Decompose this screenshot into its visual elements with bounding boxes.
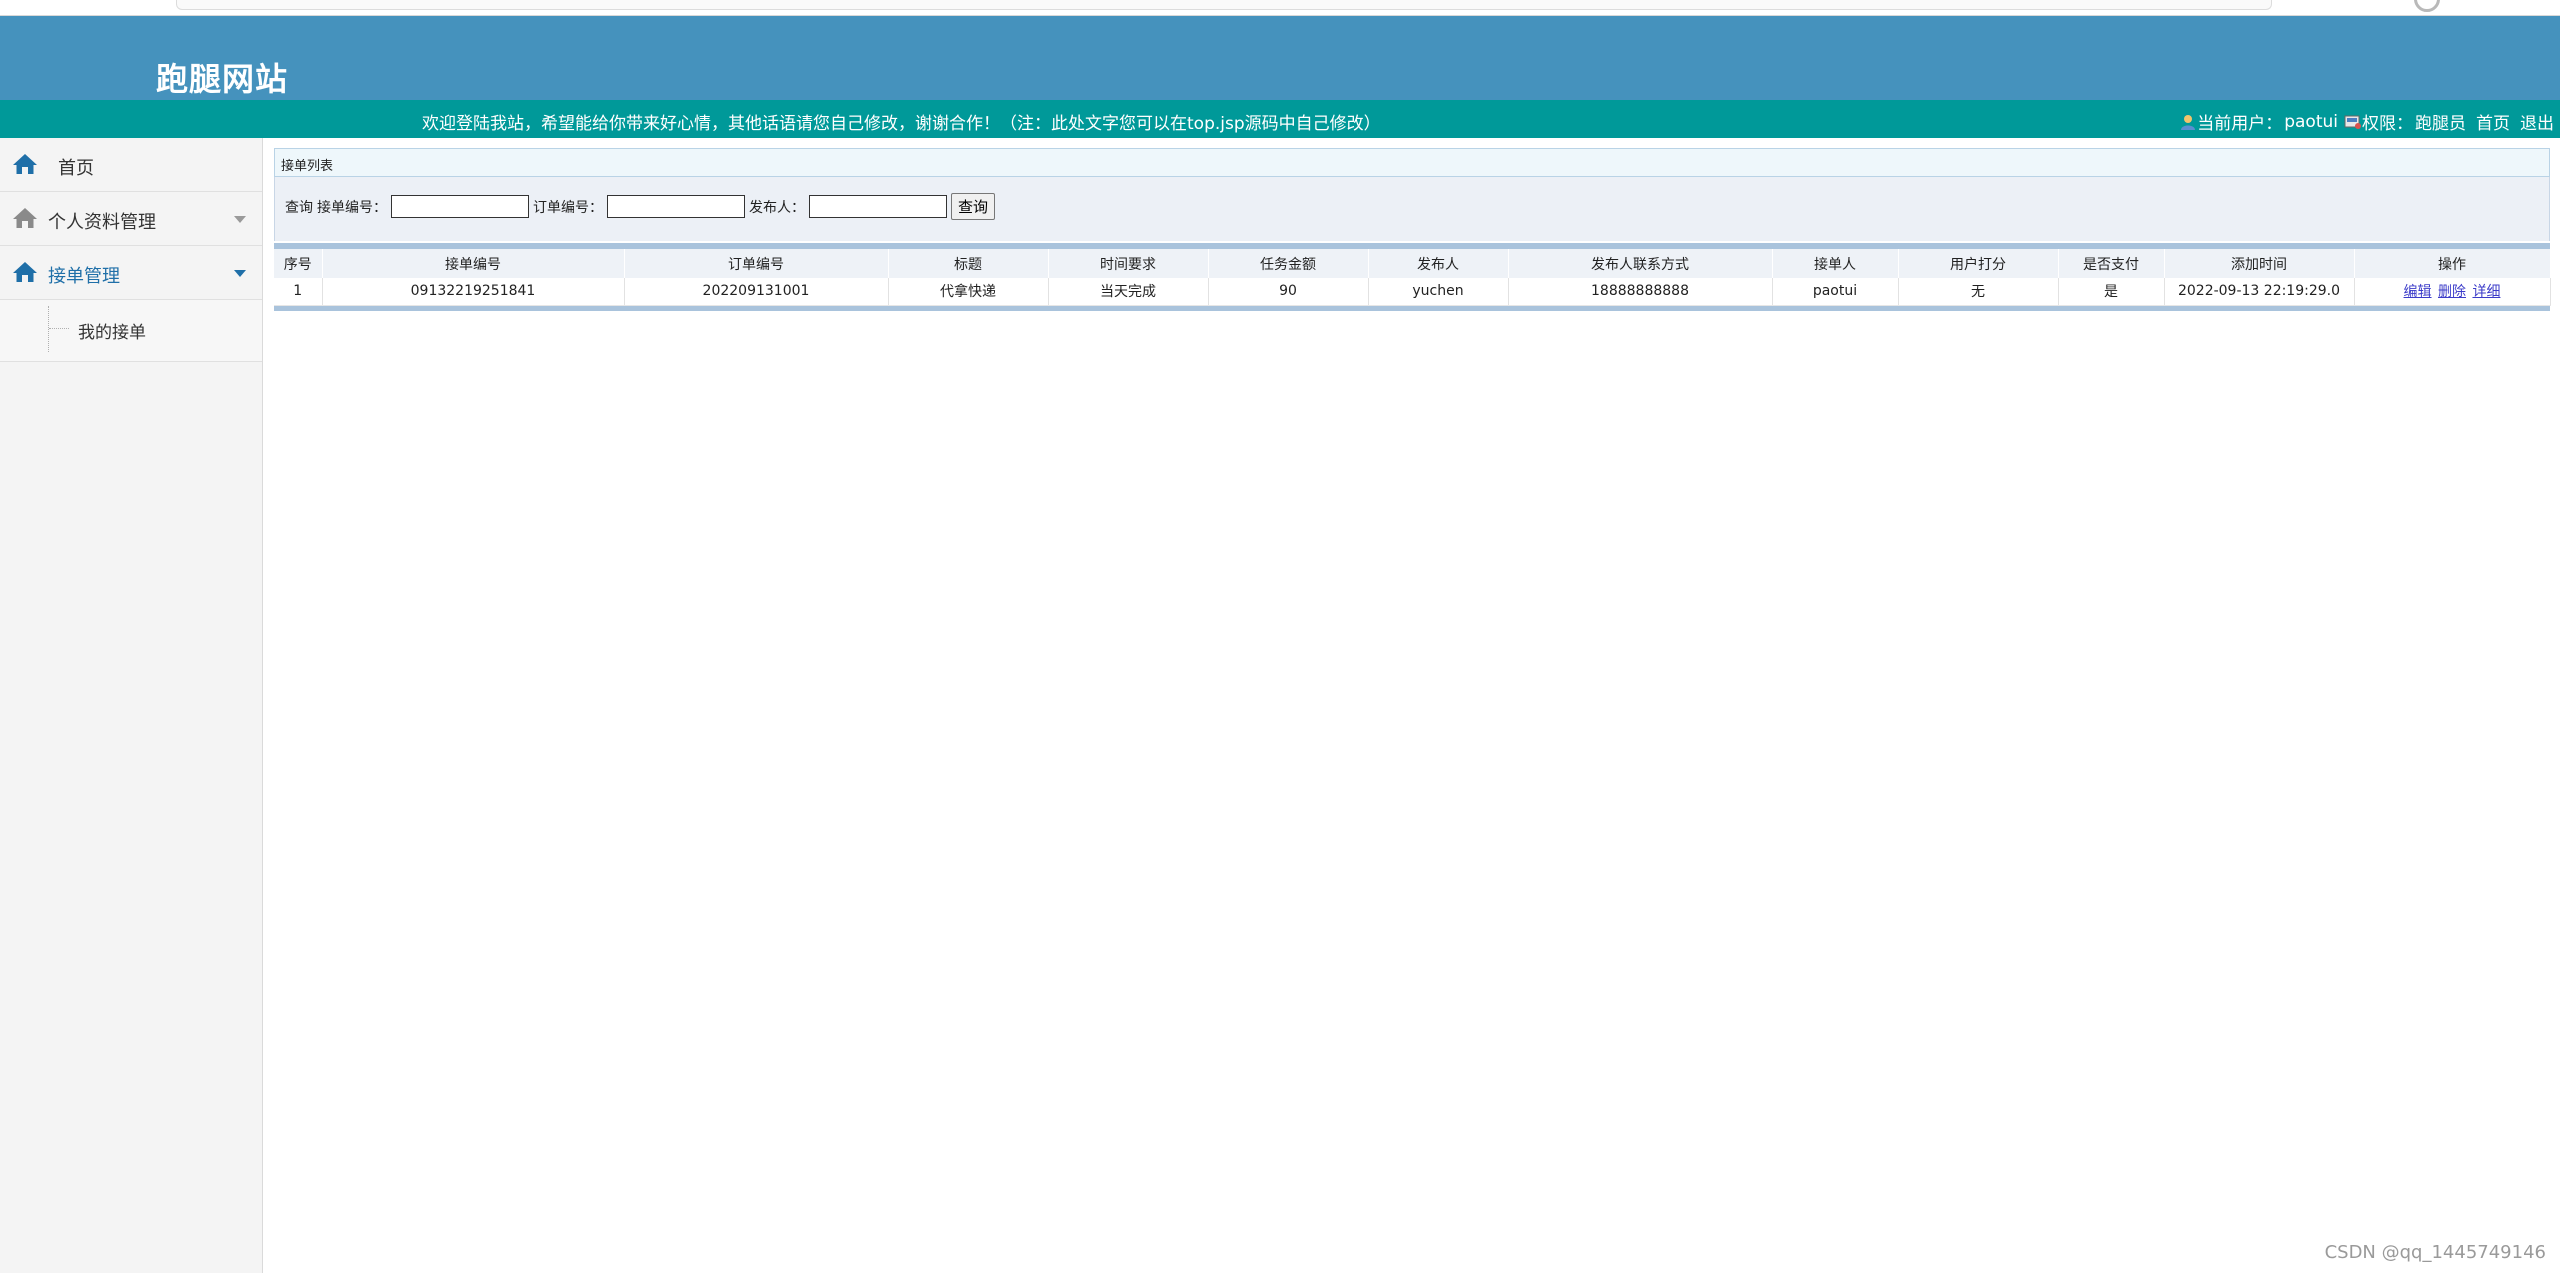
column-header: 发布人	[1368, 249, 1509, 278]
address-bar[interactable]	[176, 0, 2272, 10]
cell-index: 1	[274, 278, 323, 306]
table-bottom-bar	[274, 305, 2550, 311]
column-header: 接单编号	[322, 249, 625, 278]
watermark: CSDN @qq_1445749146	[2324, 1242, 2546, 1263]
welcome-text: 欢迎登陆我站，希望能给你带来好心情，其他话语请您自己修改，谢谢合作！（注：此处文…	[422, 114, 1381, 134]
current-user-label: 当前用户：	[2197, 114, 2283, 134]
sidebar-item-home[interactable]: 首页	[0, 138, 262, 192]
page: 跑腿网站 欢迎登陆我站，希望能给你带来好心情，其他话语请您自己修改，谢谢合作！（…	[0, 0, 2560, 1273]
home-icon	[13, 208, 37, 228]
cell-rating: 无	[1898, 278, 2059, 306]
sidebar: 首页 个人资料管理 接单管理 我的接单	[0, 138, 263, 1273]
column-header: 任务金额	[1208, 249, 1369, 278]
site-header: 跑腿网站	[0, 16, 2560, 100]
cell-order-no: 09132219251841	[322, 278, 625, 306]
chevron-down-icon	[234, 216, 246, 223]
cell-added: 2022-09-13 22:19:29.0	[2164, 278, 2355, 306]
sidebar-item-label: 首页	[58, 158, 94, 179]
cell-contact: 18888888888	[1508, 278, 1773, 306]
orders-table: 序号 接单编号 订单编号 标题 时间要求 任务金额 发布人 发布人联系方式 接单…	[274, 249, 2551, 306]
profile-icon[interactable]	[2414, 0, 2440, 12]
publisher-label: 发布人：	[749, 199, 805, 216]
cell-ref-no: 202209131001	[624, 278, 889, 306]
tree-line	[48, 306, 49, 352]
logout-link[interactable]: 退出	[2520, 109, 2554, 134]
sidebar-item-label: 个人资料管理	[48, 212, 156, 233]
home-icon	[13, 154, 37, 174]
user-icon	[2181, 114, 2196, 130]
permission-icon	[2344, 115, 2361, 129]
main-content: 接单列表 查询 接单编号： 订单编号： 发布人： 查询 序号 接单编号 订单编号…	[274, 148, 2551, 311]
table-header-row: 序号 接单编号 订单编号 标题 时间要求 任务金额 发布人 发布人联系方式 接单…	[274, 249, 2551, 278]
query-label: 查询	[285, 199, 313, 216]
sidebar-submenu: 我的接单	[0, 300, 262, 362]
ref-no-label: 订单编号：	[533, 199, 603, 216]
cell-publisher: yuchen	[1368, 278, 1509, 306]
column-header: 订单编号	[624, 249, 889, 278]
home-icon	[13, 262, 37, 282]
sidebar-item-orders[interactable]: 接单管理	[0, 246, 262, 300]
search-row: 查询 接单编号： 订单编号： 发布人： 查询	[285, 193, 996, 220]
column-header: 发布人联系方式	[1508, 249, 1773, 278]
column-header: 操作	[2354, 249, 2551, 278]
panel-title: 接单列表	[274, 148, 2550, 177]
column-header: 标题	[888, 249, 1049, 278]
edit-link[interactable]: 编辑	[2404, 284, 2432, 300]
cell-amount: 90	[1208, 278, 1369, 306]
column-header: 接单人	[1772, 249, 1899, 278]
cell-operations: 编辑 删除 详细	[2354, 278, 2551, 306]
cell-paid: 是	[2058, 278, 2165, 306]
query-button[interactable]: 查询	[951, 193, 996, 220]
info-bar: 欢迎登陆我站，希望能给你带来好心情，其他话语请您自己修改，谢谢合作！（注：此处文…	[0, 100, 2560, 138]
role-label: 权限：	[2362, 114, 2413, 134]
sidebar-item-my-orders[interactable]: 我的接单	[78, 318, 146, 343]
detail-link[interactable]: 详细	[2472, 284, 2500, 300]
table-row: 1 09132219251841 202209131001 代拿快递 当天完成 …	[274, 278, 2551, 306]
role-value: 跑腿员	[2415, 114, 2466, 134]
site-title: 跑腿网站	[156, 60, 289, 98]
publisher-input[interactable]	[809, 195, 947, 218]
cell-time-req: 当天完成	[1048, 278, 1209, 306]
sidebar-item-label: 接单管理	[48, 266, 120, 287]
order-no-input[interactable]	[391, 195, 529, 218]
sidebar-item-profile[interactable]: 个人资料管理	[0, 192, 262, 246]
column-header: 时间要求	[1048, 249, 1209, 278]
home-link[interactable]: 首页	[2476, 109, 2510, 134]
delete-link[interactable]: 删除	[2438, 284, 2466, 300]
tree-line	[49, 328, 69, 329]
search-box: 查询 接单编号： 订单编号： 发布人： 查询	[274, 177, 2550, 241]
cell-taker: paotui	[1772, 278, 1899, 306]
column-header: 用户打分	[1898, 249, 2059, 278]
order-no-label: 接单编号：	[317, 199, 387, 216]
column-header: 序号	[274, 249, 323, 278]
chevron-down-icon	[234, 270, 246, 277]
cell-title: 代拿快递	[888, 278, 1049, 306]
column-header: 是否支付	[2058, 249, 2165, 278]
ref-no-input[interactable]	[607, 195, 745, 218]
browser-strip	[0, 0, 2560, 16]
current-user: paotui	[2284, 111, 2338, 132]
column-header: 添加时间	[2164, 249, 2355, 278]
user-area: 当前用户： paotui 权限： 跑腿员 首页 退出	[2179, 109, 2556, 134]
